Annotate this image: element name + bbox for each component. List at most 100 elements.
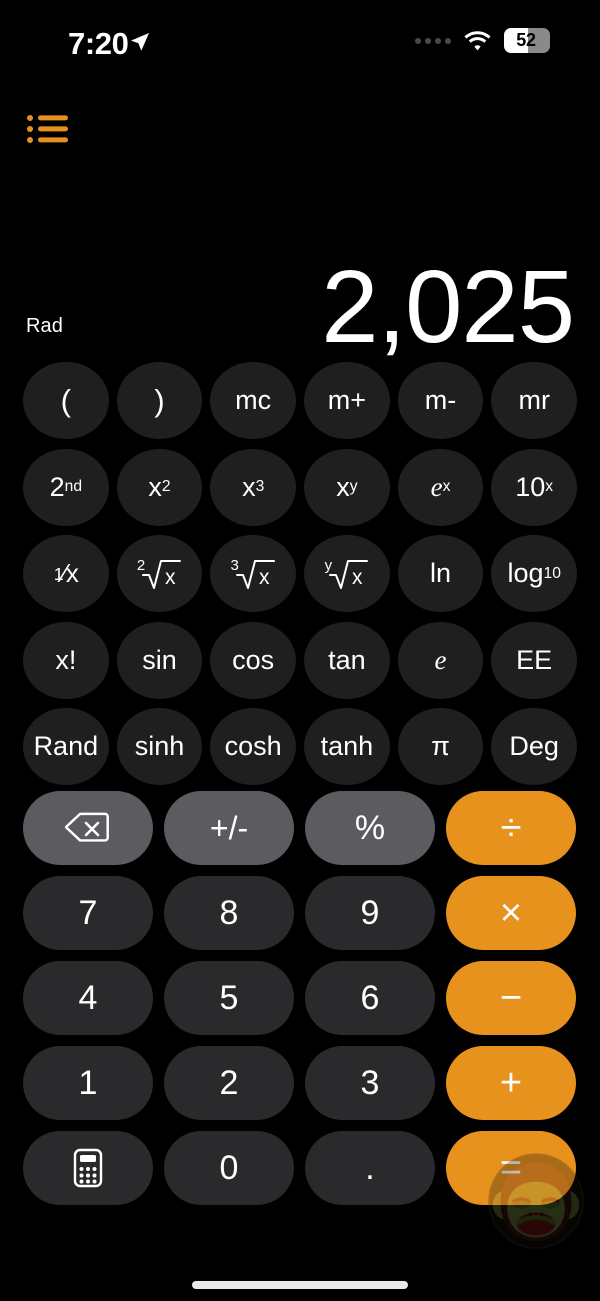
digit-7-key[interactable]: 7 [23, 876, 153, 950]
digit-4-key[interactable]: 4 [23, 961, 153, 1035]
display-result-value[interactable]: 2,025 [321, 255, 575, 358]
radical-sign-icon: x [235, 559, 275, 589]
tangent-key[interactable]: tan [304, 621, 390, 699]
e-to-the-x-key[interactable]: ex [397, 448, 484, 526]
scientific-row: Rand sinh cosh tanh π Deg [23, 708, 578, 785]
euler-constant-label: e [434, 644, 447, 675]
keypad-row: +/- % ÷ [23, 791, 577, 865]
digit-1-key[interactable]: 1 [23, 1046, 153, 1120]
list-bullet-icon [27, 115, 68, 143]
pi-label: π [431, 731, 450, 761]
calculator-mode-key[interactable] [23, 1131, 153, 1205]
x-cubed-key[interactable]: x3 [210, 448, 297, 526]
open-paren-label: ( [60, 382, 71, 418]
svg-text:x: x [259, 566, 270, 589]
reciprocal-key[interactable]: 1 ⁄ x [23, 535, 109, 612]
exponent-entry-key[interactable]: EE [491, 621, 578, 699]
digit-5-key[interactable]: 5 [164, 961, 294, 1035]
subtract-key[interactable]: − [446, 961, 576, 1035]
add-label: + [499, 1061, 523, 1104]
memory-subtract-key[interactable]: m- [397, 362, 484, 439]
x-squared-key[interactable]: x2 [116, 448, 203, 526]
status-bar-indicators: 52 [415, 28, 550, 53]
second-function-key[interactable]: 2nd [23, 448, 109, 526]
subtract-label: − [499, 976, 523, 1019]
digit-6-label: 6 [360, 978, 380, 1017]
digit-0-label: 0 [219, 1148, 239, 1187]
history-menu-button[interactable] [26, 112, 68, 146]
scientific-row: ( ) mc m+ m- mr [23, 362, 578, 439]
hyperbolic-cosine-label: cosh [224, 731, 282, 761]
home-indicator[interactable] [192, 1281, 408, 1289]
hyperbolic-sine-key[interactable]: sinh [116, 708, 203, 785]
cube-root-key[interactable]: 3 x [210, 535, 297, 612]
random-key[interactable]: Rand [23, 708, 109, 785]
euler-constant-key[interactable]: e [397, 621, 484, 699]
radical-sign-icon: x [329, 559, 369, 589]
decimal-point-key[interactable]: . [305, 1131, 435, 1205]
digit-9-key[interactable]: 9 [305, 876, 435, 950]
digit-4-label: 4 [78, 978, 98, 1017]
svg-text:x: x [352, 566, 363, 589]
digit-5-label: 5 [219, 978, 239, 1017]
factorial-label: x! [55, 644, 77, 675]
scientific-row: 1 ⁄ x 2 x 3 x y x ln log 10 [23, 535, 578, 612]
digit-3-key[interactable]: 3 [305, 1046, 435, 1120]
digit-9-label: 9 [360, 893, 380, 932]
cosine-key[interactable]: cos [210, 621, 297, 699]
sine-key[interactable]: sin [116, 621, 203, 699]
memory-subtract-label: m- [424, 385, 457, 415]
decimal-point-label: . [365, 1148, 375, 1187]
hyperbolic-tangent-key[interactable]: tanh [304, 708, 390, 785]
factorial-key[interactable]: x! [23, 621, 109, 699]
natural-log-key[interactable]: ln [397, 535, 484, 612]
keypad-row: 4 5 6 − [23, 961, 577, 1035]
percent-label: % [354, 808, 386, 847]
digit-7-label: 7 [78, 893, 98, 932]
y-root-key[interactable]: y x [304, 535, 390, 612]
divide-label: ÷ [500, 806, 522, 849]
close-paren-label: ) [154, 382, 165, 418]
calculator-display: Rad 2,025 [0, 230, 600, 360]
plus-minus-label: +/- [209, 809, 249, 846]
equals-label: = [499, 1146, 523, 1189]
delete-key[interactable] [23, 791, 153, 865]
digit-8-key[interactable]: 8 [164, 876, 294, 950]
plus-minus-key[interactable]: +/- [164, 791, 294, 865]
add-key[interactable]: + [446, 1046, 576, 1120]
tangent-label: tan [328, 644, 366, 675]
close-paren-key[interactable]: ) [116, 362, 203, 439]
memory-add-key[interactable]: m+ [304, 362, 390, 439]
hyperbolic-sine-label: sinh [134, 731, 185, 761]
percent-key[interactable]: % [305, 791, 435, 865]
memory-recall-key[interactable]: mr [491, 362, 578, 439]
equals-key[interactable]: = [446, 1131, 576, 1205]
ten-to-the-x-key[interactable]: 10 x [491, 448, 578, 526]
memory-recall-label: mr [518, 385, 550, 415]
log-base-ten-key[interactable]: log 10 [491, 535, 578, 612]
digit-0-key[interactable]: 0 [164, 1131, 294, 1205]
numeric-keypad: +/- % ÷ 7 8 9 × 4 5 6 − 1 2 3 + 0 . = [23, 791, 577, 1205]
open-paren-key[interactable]: ( [23, 362, 109, 439]
svg-text:x: x [165, 566, 176, 589]
square-root-key[interactable]: 2 x [116, 535, 203, 612]
x-to-the-y-key[interactable]: xy [304, 448, 390, 526]
digit-6-key[interactable]: 6 [305, 961, 435, 1035]
natural-log-label: ln [430, 558, 452, 588]
calculator-icon [73, 1148, 103, 1188]
scientific-row: 2nd x2 x3 xy ex 10 x [23, 448, 578, 526]
sine-label: sin [142, 644, 177, 675]
angle-mode-indicator: Rad [26, 315, 63, 337]
memory-clear-label: mc [235, 385, 272, 415]
degrees-toggle-key[interactable]: Deg [491, 708, 578, 785]
memory-add-label: m+ [327, 385, 366, 415]
digit-2-key[interactable]: 2 [164, 1046, 294, 1120]
hyperbolic-cosine-key[interactable]: cosh [210, 708, 297, 785]
divide-key[interactable]: ÷ [446, 791, 576, 865]
pi-key[interactable]: π [397, 708, 484, 785]
memory-clear-key[interactable]: mc [210, 362, 297, 439]
scientific-keypad: ( ) mc m+ m- mr 2nd x2 x3 xy ex 10 x 1 ⁄ x … [23, 362, 578, 785]
multiply-label: × [499, 891, 523, 934]
digit-2-label: 2 [219, 1063, 239, 1102]
multiply-key[interactable]: × [446, 876, 576, 950]
